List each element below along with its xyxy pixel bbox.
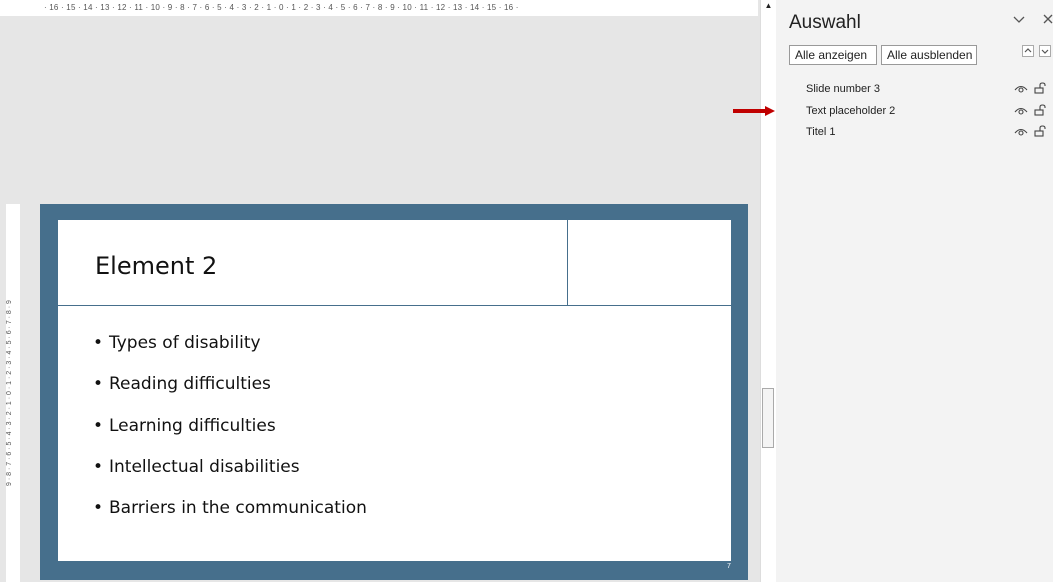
bullet-text: Learning difficulties — [109, 415, 276, 436]
bullet-item: • Intellectual disabilities — [93, 457, 367, 498]
red-arrow-icon — [733, 106, 775, 116]
selection-pane: Auswahl Alle anzeigen Alle ausblenden Sl… — [776, 0, 1053, 582]
title-side-box[interactable] — [568, 220, 731, 306]
bullet-dot: • — [93, 456, 104, 477]
bullet-dot: • — [93, 415, 104, 436]
horizontal-ruler-labels: · 16 · 15 · 14 · 13 · 12 · 11 · 10 · 9 ·… — [44, 3, 519, 12]
bullet-list[interactable]: • Types of disability • Reading difficulti… — [93, 333, 367, 539]
selection-pane-title: Auswahl — [789, 12, 861, 33]
bullet-text: Reading difficulties — [109, 374, 271, 395]
bullet-text: Intellectual disabilities — [109, 456, 300, 477]
slide-title: Element 2 — [95, 252, 218, 280]
bullet-dot: • — [93, 333, 104, 353]
selection-item-slide-number[interactable]: Slide number 3 — [806, 83, 880, 95]
selection-item-titel[interactable]: Titel 1 — [806, 126, 836, 138]
bullet-text: Types of disability — [109, 333, 261, 353]
send-backward-icon[interactable] — [1039, 45, 1051, 60]
visibility-eye-icon[interactable] — [1014, 126, 1034, 140]
bring-forward-icon[interactable] — [1022, 45, 1034, 60]
horizontal-ruler: · 16 · 15 · 14 · 13 · 12 · 11 · 10 · 9 ·… — [0, 0, 758, 16]
chevron-down-icon[interactable] — [1012, 12, 1026, 28]
bullet-dot: • — [93, 374, 104, 395]
lock-icon[interactable] — [1034, 82, 1046, 97]
vertical-scrollbar[interactable]: ▲ — [760, 0, 776, 582]
visibility-eye-icon[interactable] — [1014, 83, 1034, 97]
visibility-eye-icon[interactable] — [1014, 105, 1034, 119]
lock-icon[interactable] — [1034, 104, 1046, 119]
selection-item-text-placeholder[interactable]: Text placeholder 2 — [806, 105, 895, 117]
bullet-dot: • — [93, 498, 104, 519]
bullet-item: • Learning difficulties — [93, 416, 367, 457]
close-icon[interactable] — [1042, 12, 1053, 29]
scrollbar-thumb[interactable] — [762, 388, 774, 448]
hide-all-button[interactable]: Alle ausblenden — [881, 45, 977, 65]
bullet-item: • Barriers in the communication — [93, 498, 367, 539]
scroll-up-icon[interactable]: ▲ — [762, 0, 775, 12]
bullet-item: • Reading difficulties — [93, 374, 367, 415]
vertical-ruler-labels: 9 · 8 · 7 · 6 · 5 · 4 · 3 · 2 · 1 · 0 · … — [6, 300, 13, 486]
show-all-button[interactable]: Alle anzeigen — [789, 45, 877, 65]
slide-number: 7 — [727, 563, 731, 570]
bullet-text: Barriers in the communication — [109, 498, 367, 519]
lock-icon[interactable] — [1034, 125, 1046, 140]
bullet-item: • Types of disability — [93, 333, 367, 374]
title-placeholder[interactable]: Element 2 — [58, 220, 568, 306]
vertical-ruler: 9 · 8 · 7 · 6 · 5 · 4 · 3 · 2 · 1 · 0 · … — [6, 204, 20, 582]
